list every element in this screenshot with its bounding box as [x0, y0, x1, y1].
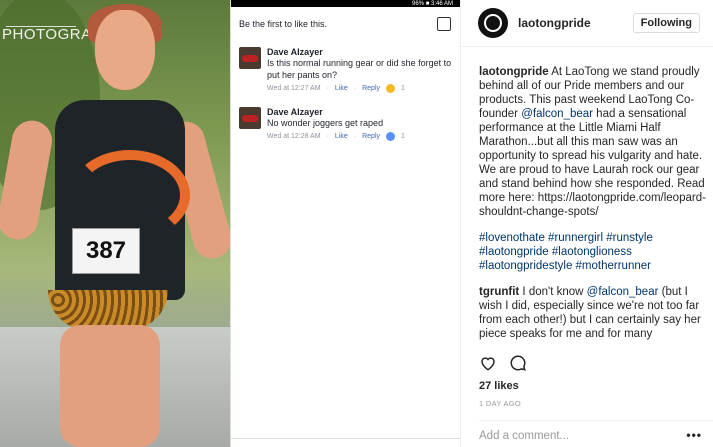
watermark-skyline [6, 6, 76, 27]
leopard-shorts [48, 290, 168, 330]
race-bib: 387 [72, 228, 140, 274]
post-caption-area: laotongpride At LaoTong we stand proudly… [461, 47, 713, 341]
fb-bottom-bar [231, 438, 461, 447]
caption-text-2: had a sensational performance at the Lit… [479, 108, 706, 218]
status-bar: 96% ■ 3:46 AM [231, 0, 461, 7]
more-options-icon[interactable]: ••• [686, 428, 702, 442]
instagram-post-panel: laotongpride Following laotongpride At L… [460, 0, 713, 447]
caption-username[interactable]: laotongpride [479, 66, 549, 78]
profile-avatar[interactable] [478, 8, 508, 38]
add-comment-input[interactable]: Add a comment... [479, 420, 713, 442]
post-caption: laotongpride At LaoTong we stand proudly… [479, 65, 706, 219]
facebook-comments-panel: 96% ■ 3:46 AM Be the first to like this.… [230, 0, 461, 447]
comment-time: Wed at 12:28 AM [267, 133, 321, 140]
commenter-name[interactable]: Dave Alzayer [267, 107, 405, 117]
commenter-name[interactable]: Dave Alzayer [267, 47, 453, 57]
comment-1: Dave Alzayer Is this normal running gear… [239, 47, 453, 93]
like-link[interactable]: Like [335, 85, 348, 92]
comment-meta: Wed at 12:28 AM · Like · Reply 1 [267, 132, 405, 141]
caption-mention[interactable]: @falcon_bear [521, 108, 593, 120]
reply-link[interactable]: Reply [362, 133, 380, 140]
post-comment: tgrunfit I don't know @falcon_bear (but … [479, 285, 706, 341]
first-like-text: Be the first to like this. [239, 19, 328, 29]
reaction-count: 1 [401, 133, 405, 140]
haha-reaction-icon [386, 84, 396, 93]
first-like-row: Be the first to like this. [231, 7, 461, 31]
comment-mention[interactable]: @falcon_bear [587, 286, 659, 298]
commenter-avatar[interactable] [239, 47, 261, 69]
comment-2: Dave Alzayer No wonder joggers get raped… [239, 107, 453, 141]
comment-text-1: I don't know [519, 286, 587, 298]
thumbs-up-icon[interactable] [437, 17, 451, 31]
comment-time: Wed at 12:27 AM [267, 85, 321, 92]
likes-count[interactable]: 27 likes [479, 380, 519, 392]
comment-username[interactable]: tgrunfit [479, 286, 519, 298]
commenter-avatar[interactable] [239, 107, 261, 129]
post-hashtags[interactable]: #lovenothate #runnergirl #runstyle #laot… [479, 231, 706, 273]
comment-text: No wonder joggers get raped [267, 118, 384, 128]
reply-link[interactable]: Reply [362, 85, 380, 92]
reaction-count: 1 [401, 85, 405, 92]
comment-bubble-icon[interactable] [509, 354, 527, 372]
post-header: laotongpride Following [461, 0, 713, 47]
profile-logo-icon [484, 14, 502, 32]
tank-logo [70, 150, 190, 240]
like-reaction-icon [386, 132, 396, 141]
following-button[interactable]: Following [632, 13, 700, 33]
runner-photo: PHOTOGRAPHY 387 [0, 0, 230, 447]
post-actions [479, 354, 527, 372]
comment-meta: Wed at 12:27 AM · Like · Reply 1 [267, 84, 405, 93]
heart-icon[interactable] [479, 354, 497, 372]
runner-legs [60, 325, 160, 447]
comment-text: Is this normal running gear or did she f… [267, 58, 452, 80]
like-link[interactable]: Like [335, 133, 348, 140]
runner-head [95, 10, 155, 90]
profile-username[interactable]: laotongpride [518, 16, 591, 30]
post-timestamp: 1 DAY AGO [479, 399, 522, 408]
